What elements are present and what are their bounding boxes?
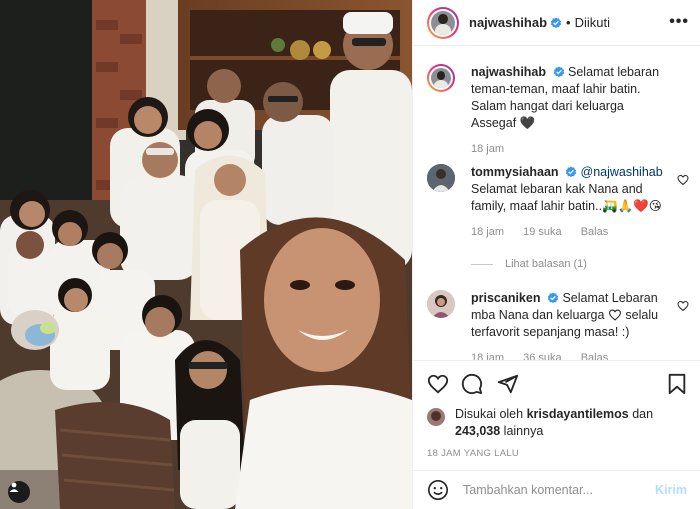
comment-avatar[interactable] [427,164,455,192]
comment-input[interactable]: Tambahkan komentar... [463,483,655,497]
view-replies-label: Lihat balasan (1) [505,258,587,270]
likes-suffix: lainnya [503,424,544,438]
avatar-image [431,10,455,35]
header-separator: • [566,15,571,30]
share-icon[interactable] [497,373,519,395]
likes-prefix: Disukai oleh [455,407,524,421]
comment-text-block: priscaniken Selamat Lebaran mba Nana dan… [471,290,689,341]
post-header: najwashihab • Diikuti ••• [413,0,700,46]
comment-likes[interactable]: 19 suka [523,226,562,238]
comment-icon[interactable] [461,373,483,395]
likes-text: Disukai oleh krisdayantilemos dan 243,03… [455,406,653,440]
post-timestamp[interactable]: 18 JAM YANG LALU [427,448,519,459]
view-replies-button[interactable]: Lihat balasan (1) [471,258,587,270]
action-bar [413,360,700,406]
comment-text-block: tommysiahaan @najwashihab Selamat lebara… [471,164,689,215]
likes-joiner: dan [632,407,654,421]
comment-username[interactable]: tommysiahaan [471,165,559,179]
comment-time[interactable]: 18 jam [471,143,504,155]
likes-count[interactable]: 243,038 [455,424,500,438]
caption-text: najwashihab Selamat lebaran teman-teman,… [471,64,689,132]
author-avatar[interactable] [427,6,459,39]
comment-likes[interactable]: 36 suka [523,352,562,360]
post-photo[interactable] [0,0,412,509]
post-side-panel: najwashihab • Diikuti ••• najwashihab Se… [412,0,700,509]
comment-username[interactable]: priscaniken [471,291,540,305]
emoji-icon[interactable] [427,479,449,501]
user-tag-button[interactable] [8,481,30,503]
comment-avatar[interactable] [427,290,455,318]
comment-emoji: 🛺🙏❤️😘 [602,199,662,213]
comment-username[interactable]: najwashihab [471,65,546,79]
liker-avatar[interactable] [427,408,445,426]
comment-item: priscaniken Selamat Lebaran mba Nana dan… [427,290,689,360]
reply-button[interactable]: Balas [581,352,609,360]
comment-meta: 18 jam [471,143,689,155]
caption-comment: najwashihab Selamat lebaran teman-teman,… [427,64,689,155]
verified-icon [553,66,564,78]
avatar-image [427,164,455,192]
comment-mention[interactable]: @najwashihab [581,165,663,179]
reply-button[interactable]: Balas [581,226,609,238]
heart-outline-emoji-icon [608,309,621,321]
avatar-ring [429,8,457,37]
comment-emoji: 🖤 [519,116,536,130]
like-comment-heart-icon[interactable] [677,300,689,312]
post-comment-button[interactable]: Kirim [655,483,687,497]
liker-username[interactable]: krisdayantilemos [527,407,629,421]
add-comment-bar: Tambahkan komentar... Kirim [413,470,700,509]
comment-meta: 18 jam 36 suka Balas [471,352,689,360]
comment-meta: 18 jam 19 suka Balas [471,226,689,238]
following-button[interactable]: Diikuti [575,15,610,30]
comment-time[interactable]: 18 jam [471,352,504,360]
heart-icon[interactable] [427,373,449,395]
family-photo [0,0,412,509]
avatar-ring [429,66,453,90]
likes-summary: Disukai oleh krisdayantilemos dan 243,03… [427,406,697,440]
like-comment-heart-icon[interactable] [677,174,689,186]
verified-icon [550,17,562,28]
user-tag-icon [9,482,19,492]
instagram-post: najwashihab • Diikuti ••• najwashihab Se… [0,0,700,509]
caption-avatar[interactable] [427,64,455,92]
verified-icon [565,166,577,178]
comments-list[interactable]: najwashihab Selamat lebaran teman-teman,… [413,46,700,360]
avatar-image [427,290,455,318]
bookmark-icon[interactable] [667,373,687,395]
more-options-button[interactable]: ••• [669,13,689,31]
author-username[interactable]: najwashihab [469,15,547,30]
avatar-image [431,68,451,88]
comment-item: tommysiahaan @najwashihab Selamat lebara… [427,164,689,238]
comment-time[interactable]: 18 jam [471,226,504,238]
verified-icon [547,292,559,304]
